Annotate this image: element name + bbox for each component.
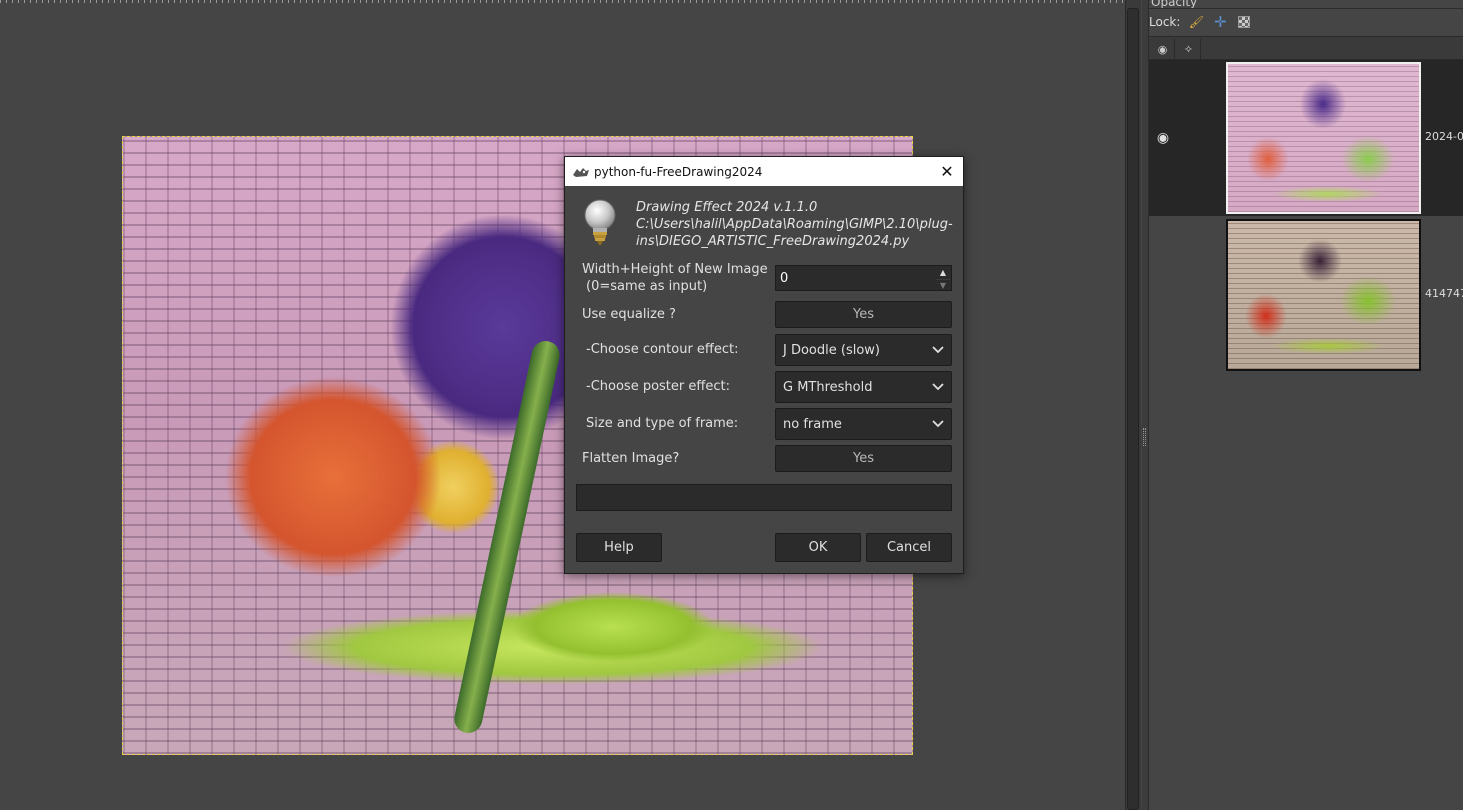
layer-thumbnail[interactable]	[1226, 219, 1421, 371]
eye-icon[interactable]: ◉	[1151, 39, 1175, 59]
splitter-grip[interactable]	[1143, 428, 1146, 446]
equalize-label: Use equalize ?	[582, 307, 676, 322]
frame-select[interactable]: no frame	[775, 408, 952, 440]
layer-thumbnail[interactable]	[1226, 62, 1421, 214]
gimp-wilber-icon	[572, 165, 590, 179]
plugin-path-cont: ins\DIEGO_ARTISTIC_FreeDrawing2024.py	[636, 234, 910, 249]
poster-value: G MThreshold	[783, 379, 873, 395]
thumbnail-art	[1228, 64, 1419, 212]
flatten-toggle[interactable]: Yes	[775, 445, 952, 472]
vertical-scrollbar-thumb[interactable]	[1127, 8, 1139, 810]
checkerboard-icon	[1238, 16, 1251, 28]
equalize-toggle[interactable]: Yes	[775, 301, 952, 328]
image-content	[451, 338, 563, 736]
lock-row: Lock: 🖌 ✛	[1149, 13, 1252, 31]
poster-select[interactable]: G MThreshold	[775, 371, 952, 403]
cancel-button[interactable]: Cancel	[866, 533, 952, 562]
chevron-down-icon	[925, 420, 951, 428]
paintbrush-icon[interactable]: 🖌	[1188, 14, 1204, 30]
size-label: Width+Height of New Image	[582, 262, 768, 277]
eye-icon[interactable]: ◉	[1153, 128, 1173, 148]
size-input[interactable]	[780, 270, 930, 287]
dialog-title: python-fu-FreeDrawing2024	[594, 164, 763, 179]
frame-label: Size and type of frame:	[586, 416, 739, 431]
lightbulb-icon	[582, 198, 618, 248]
chevron-down-icon	[925, 346, 951, 354]
chevron-down-icon	[925, 383, 951, 391]
ok-button[interactable]: OK	[775, 533, 861, 562]
spin-down-icon[interactable]: ▼	[936, 279, 950, 290]
plugin-dialog: python-fu-FreeDrawing2024 ✕ Drawing Effe…	[564, 156, 964, 574]
top-ruler	[0, 0, 1123, 3]
size-hint: (0=same as input)	[586, 279, 708, 294]
dialog-titlebar[interactable]: python-fu-FreeDrawing2024 ✕	[565, 157, 963, 186]
layer-row[interactable]: 414747	[1149, 217, 1463, 373]
layer-name[interactable]: 2024-0	[1425, 130, 1463, 143]
plugin-description: Drawing Effect 2024 v.1.1.0 C:\Users\hal…	[636, 199, 956, 250]
progress-bar	[576, 484, 952, 511]
poster-label: -Choose poster effect:	[586, 379, 730, 394]
contour-value: J Doodle (slow)	[783, 342, 880, 358]
frame-value: no frame	[783, 416, 842, 432]
thumbnail-art	[1228, 221, 1419, 369]
close-icon[interactable]: ✕	[931, 157, 963, 186]
lock-label: Lock:	[1149, 15, 1181, 29]
chain-icon[interactable]: ✧	[1177, 39, 1201, 59]
flatten-label: Flatten Image?	[582, 451, 680, 466]
layer-name[interactable]: 414747	[1425, 287, 1463, 300]
opacity-divider	[1148, 8, 1463, 9]
layers-header: ◉ ✧	[1149, 36, 1463, 60]
lock-alpha-button[interactable]	[1236, 14, 1252, 30]
plugin-path: C:\Users\halil\AppData\Roaming\GIMP\2.10…	[636, 217, 953, 232]
contour-label: -Choose contour effect:	[586, 342, 739, 357]
layer-row[interactable]: ◉ 2024-0	[1149, 60, 1463, 216]
move-icon[interactable]: ✛	[1212, 13, 1228, 31]
size-spinner[interactable]: ▲ ▼	[775, 265, 952, 291]
plugin-version: Drawing Effect 2024 v.1.1.0	[636, 200, 818, 215]
help-button[interactable]: Help	[576, 533, 662, 562]
contour-select[interactable]: J Doodle (slow)	[775, 334, 952, 366]
spin-up-icon[interactable]: ▲	[936, 267, 950, 278]
